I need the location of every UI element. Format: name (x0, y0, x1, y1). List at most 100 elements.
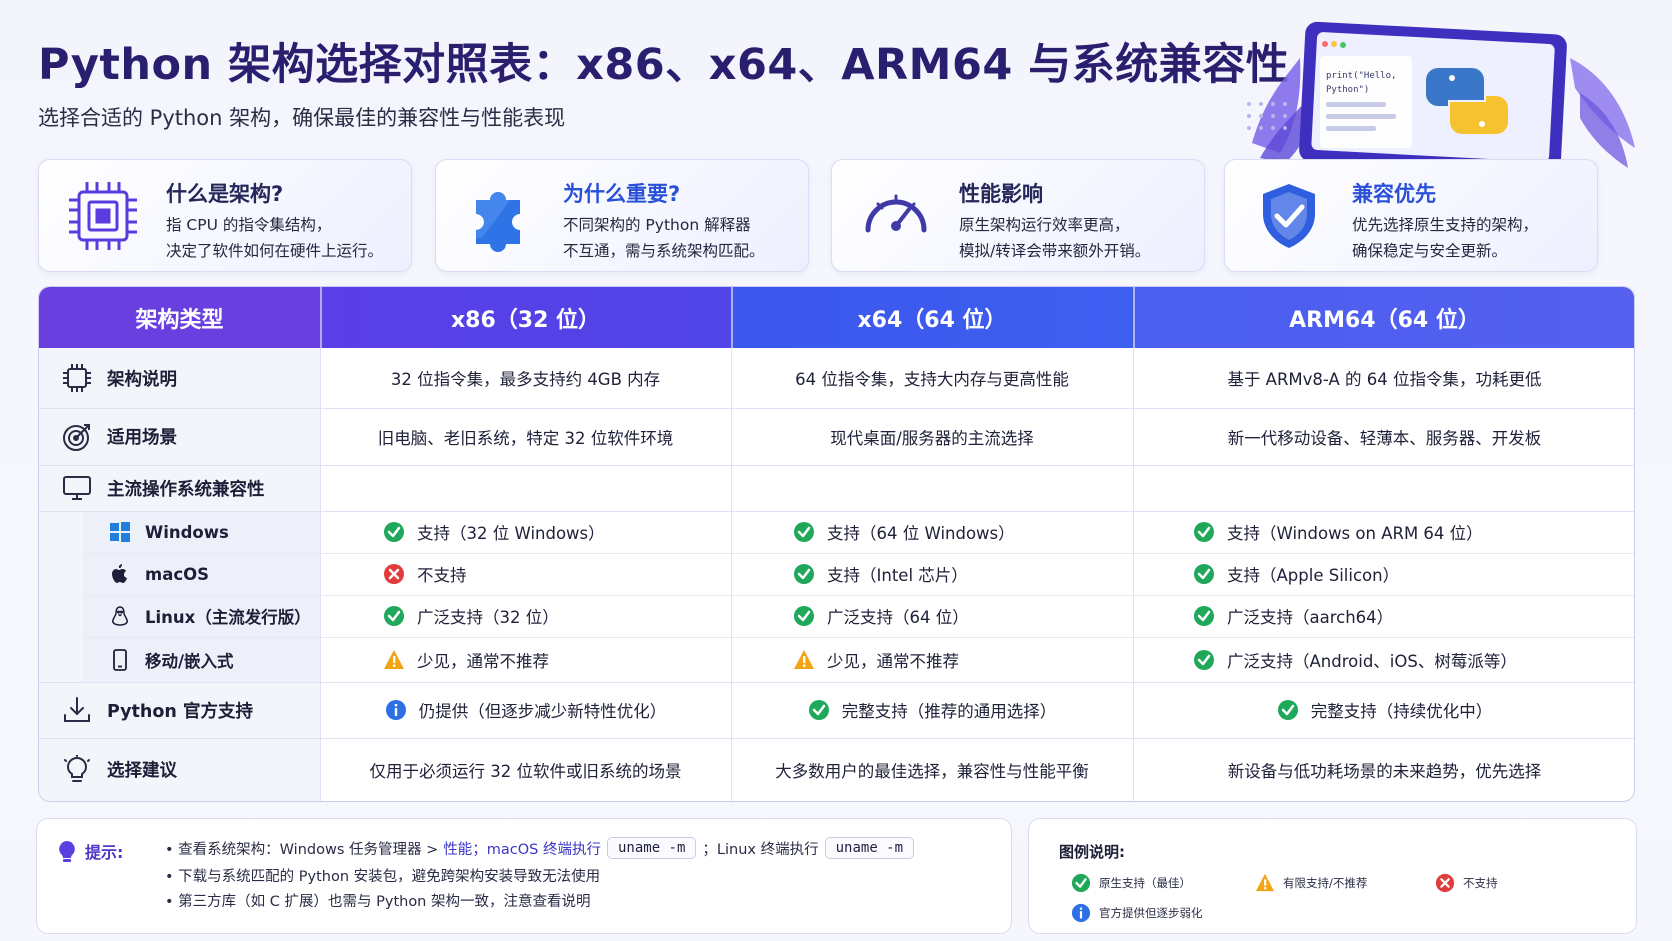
legend-text: 有限支持/不推荐 (1283, 876, 1368, 890)
legend-text: 官方提供但逐步弱化 (1099, 906, 1203, 920)
puzzle-piece-icon (476, 192, 520, 252)
cell-text: 少见，通常不推荐 (417, 651, 549, 671)
card-title: 为什么重要? (563, 182, 681, 206)
cell-arm64-windows: 支持（Windows on ARM 64 位） (1133, 511, 1634, 553)
tip-text: 性能；macOS 终端执行 (443, 841, 601, 858)
row-label-scenario: 适用场景 (61, 408, 177, 465)
header-arch-type: 架构类型 (39, 287, 320, 348)
row-label-windows: Windows (107, 511, 229, 553)
card-desc-line: 不同架构的 Python 解释器 (563, 216, 751, 234)
cell-x86-windows: 支持（32 位 Windows） (320, 511, 731, 553)
info-circle-icon (1071, 903, 1091, 923)
cell-x86-linux: 广泛支持（32 位） (320, 595, 731, 637)
check-circle-icon (1194, 522, 1214, 542)
page: Python 架构选择对照表：x86、x64、ARM64 与系统兼容性 选择合适… (0, 0, 1672, 941)
laptop-python-illustration: print("Hello, Python") (1252, 21, 1635, 175)
card-desc: 不同架构的 Python 解释器 不互通，需与系统架构匹配。 (563, 212, 765, 264)
legend-title: 图例说明: (1059, 843, 1125, 861)
cell-text: 完整支持（推荐的通用选择） (841, 702, 1057, 721)
check-circle-icon (1194, 606, 1214, 626)
legend-no: 不支持 (1435, 873, 1498, 893)
illustration-code-1: print("Hello, (1326, 71, 1396, 81)
code-uname-macos: uname -m (606, 837, 697, 859)
cell-x64-linux: 广泛支持（64 位） (731, 595, 1133, 637)
card-desc-line: 原生架构运行效率更高， (959, 216, 1130, 234)
cell-text: 完整支持（持续优化中） (1310, 702, 1493, 721)
check-circle-icon (1071, 873, 1091, 893)
cell-x64-macos: 支持（Intel 芯片） (731, 553, 1133, 595)
card-desc: 指 CPU 的指令集结构， 决定了软件如何在硬件上运行。 (166, 212, 383, 264)
row-label-text: 适用场景 (107, 428, 177, 448)
cell-x64-official: 完整支持（推荐的通用选择） (731, 682, 1133, 738)
download-icon (64, 697, 90, 722)
tip-line-2: • 下载与系统匹配的 Python 安装包，避免跨架构安装导致无法使用 (165, 869, 601, 885)
card-title: 兼容优先 (1352, 182, 1436, 206)
cell-text: 广泛支持（Android、iOS、树莓派等） (1227, 651, 1517, 671)
cell-x64-windows: 支持（64 位 Windows） (731, 511, 1133, 553)
apple-logo-icon (112, 564, 127, 583)
cell-text: 支持（Intel 芯片） (827, 566, 968, 585)
row-label-os-compat: 主流操作系统兼容性 (61, 465, 265, 511)
row-label-text: Windows (145, 522, 229, 542)
cell-text: 支持（Apple Silicon） (1227, 566, 1400, 585)
cell-text: 广泛支持（32 位） (417, 608, 559, 627)
cell-x86-macos: 不支持 (320, 553, 731, 595)
card-what-is-arch: 什么是架构? 指 CPU 的指令集结构， 决定了软件如何在硬件上运行。 (38, 159, 412, 272)
cell-text: 少见，通常不推荐 (827, 651, 959, 671)
row-label-linux: Linux（主流发行版） (107, 595, 311, 637)
tips-panel: 提示: • 查看系统架构：Windows 任务管理器 > 性能；macOS 终端… (36, 818, 1012, 934)
cell-text: 仍提供（但逐步减少新特性优化） (418, 702, 667, 721)
cell-x86-scenario: 旧电脑、老旧系统，特定 32 位软件环境 (377, 428, 674, 448)
cell-x86-advice: 仅用于必须运行 32 位软件或旧系统的场景 (369, 761, 682, 781)
card-title: 性能影响 (959, 182, 1043, 206)
card-desc-line: 决定了软件如何在硬件上运行。 (166, 242, 384, 260)
cell-x64-scenario: 现代桌面/服务器的主流选择 (830, 428, 1034, 448)
check-circle-icon (794, 522, 814, 542)
row-label-text: Python 官方支持 (107, 701, 253, 722)
cell-arm64-official: 完整支持（持续优化中） (1133, 682, 1634, 738)
cell-x86-arch-desc: 32 位指令集，最多支持约 4GB 内存 (390, 370, 661, 389)
card-desc-line: 指 CPU 的指令集结构， (166, 216, 332, 234)
x-circle-icon (1435, 873, 1455, 893)
tips-label: 提示: (85, 843, 124, 862)
x-circle-icon (384, 564, 404, 584)
mobile-phone-icon (113, 648, 127, 671)
header-arm64: ARM64（64 位） (1133, 287, 1634, 348)
cell-text: 支持（Windows on ARM 64 位） (1227, 524, 1483, 543)
row-label-mobile: 移动/嵌入式 (107, 637, 234, 682)
row-label-official: Python 官方支持 (61, 682, 253, 738)
row-label-text: 主流操作系统兼容性 (107, 479, 265, 500)
tip-line-1: • 查看系统架构：Windows 任务管理器 > 性能；macOS 终端执行 u… (165, 837, 920, 859)
card-title: 什么是架构? (166, 182, 284, 206)
tip-text: ；Linux 终端执行 (702, 841, 819, 858)
page-subtitle: 选择合适的 Python 架构，确保最佳的兼容性与性能表现 (38, 106, 566, 130)
warning-triangle-icon (794, 649, 814, 669)
illustration-code-2: Python") (1326, 85, 1369, 95)
cell-arm64-macos: 支持（Apple Silicon） (1133, 553, 1634, 595)
row-label-text: Linux（主流发行版） (145, 608, 311, 627)
card-why-important: 为什么重要? 不同架构的 Python 解释器 不互通，需与系统架构匹配。 (435, 159, 809, 272)
check-circle-icon (384, 522, 404, 542)
shield-check-icon (1263, 184, 1315, 248)
row-label-arch-desc: 架构说明 (61, 348, 177, 408)
check-circle-icon (1194, 649, 1214, 670)
info-cards: 什么是架构? 指 CPU 的指令集结构， 决定了软件如何在硬件上运行。 为什么重… (38, 159, 1603, 272)
lightbulb-icon (64, 754, 90, 782)
decor-dots-icon (1247, 102, 1287, 130)
cell-text: 支持（64 位 Windows） (827, 524, 1015, 543)
card-desc-line: 不互通，需与系统架构匹配。 (563, 242, 765, 260)
cell-x64-arch-desc: 64 位指令集，支持大内存与更高性能 (795, 370, 1069, 389)
legend-info: 官方提供但逐步弱化 (1071, 903, 1203, 923)
cell-text: 支持（32 位 Windows） (417, 524, 605, 543)
legend-text: 原生支持（最佳） (1099, 876, 1191, 890)
cell-text: 不支持 (417, 566, 467, 585)
row-label-text: 选择建议 (107, 761, 177, 781)
card-desc-line: 确保稳定与安全更新。 (1352, 242, 1508, 260)
cell-arm64-linux: 广泛支持（aarch64） (1133, 595, 1634, 637)
cell-arm64-mobile: 广泛支持（Android、iOS、树莓派等） (1133, 637, 1634, 682)
check-circle-icon (794, 606, 814, 626)
legend-warn: 有限支持/不推荐 (1255, 873, 1367, 893)
linux-penguin-icon (112, 606, 128, 626)
arch-comparison-table: 架构类型 x86（32 位） x64（64 位） ARM64（64 位） 架构说… (38, 286, 1635, 802)
legend-ok: 原生支持（最佳） (1071, 873, 1191, 893)
